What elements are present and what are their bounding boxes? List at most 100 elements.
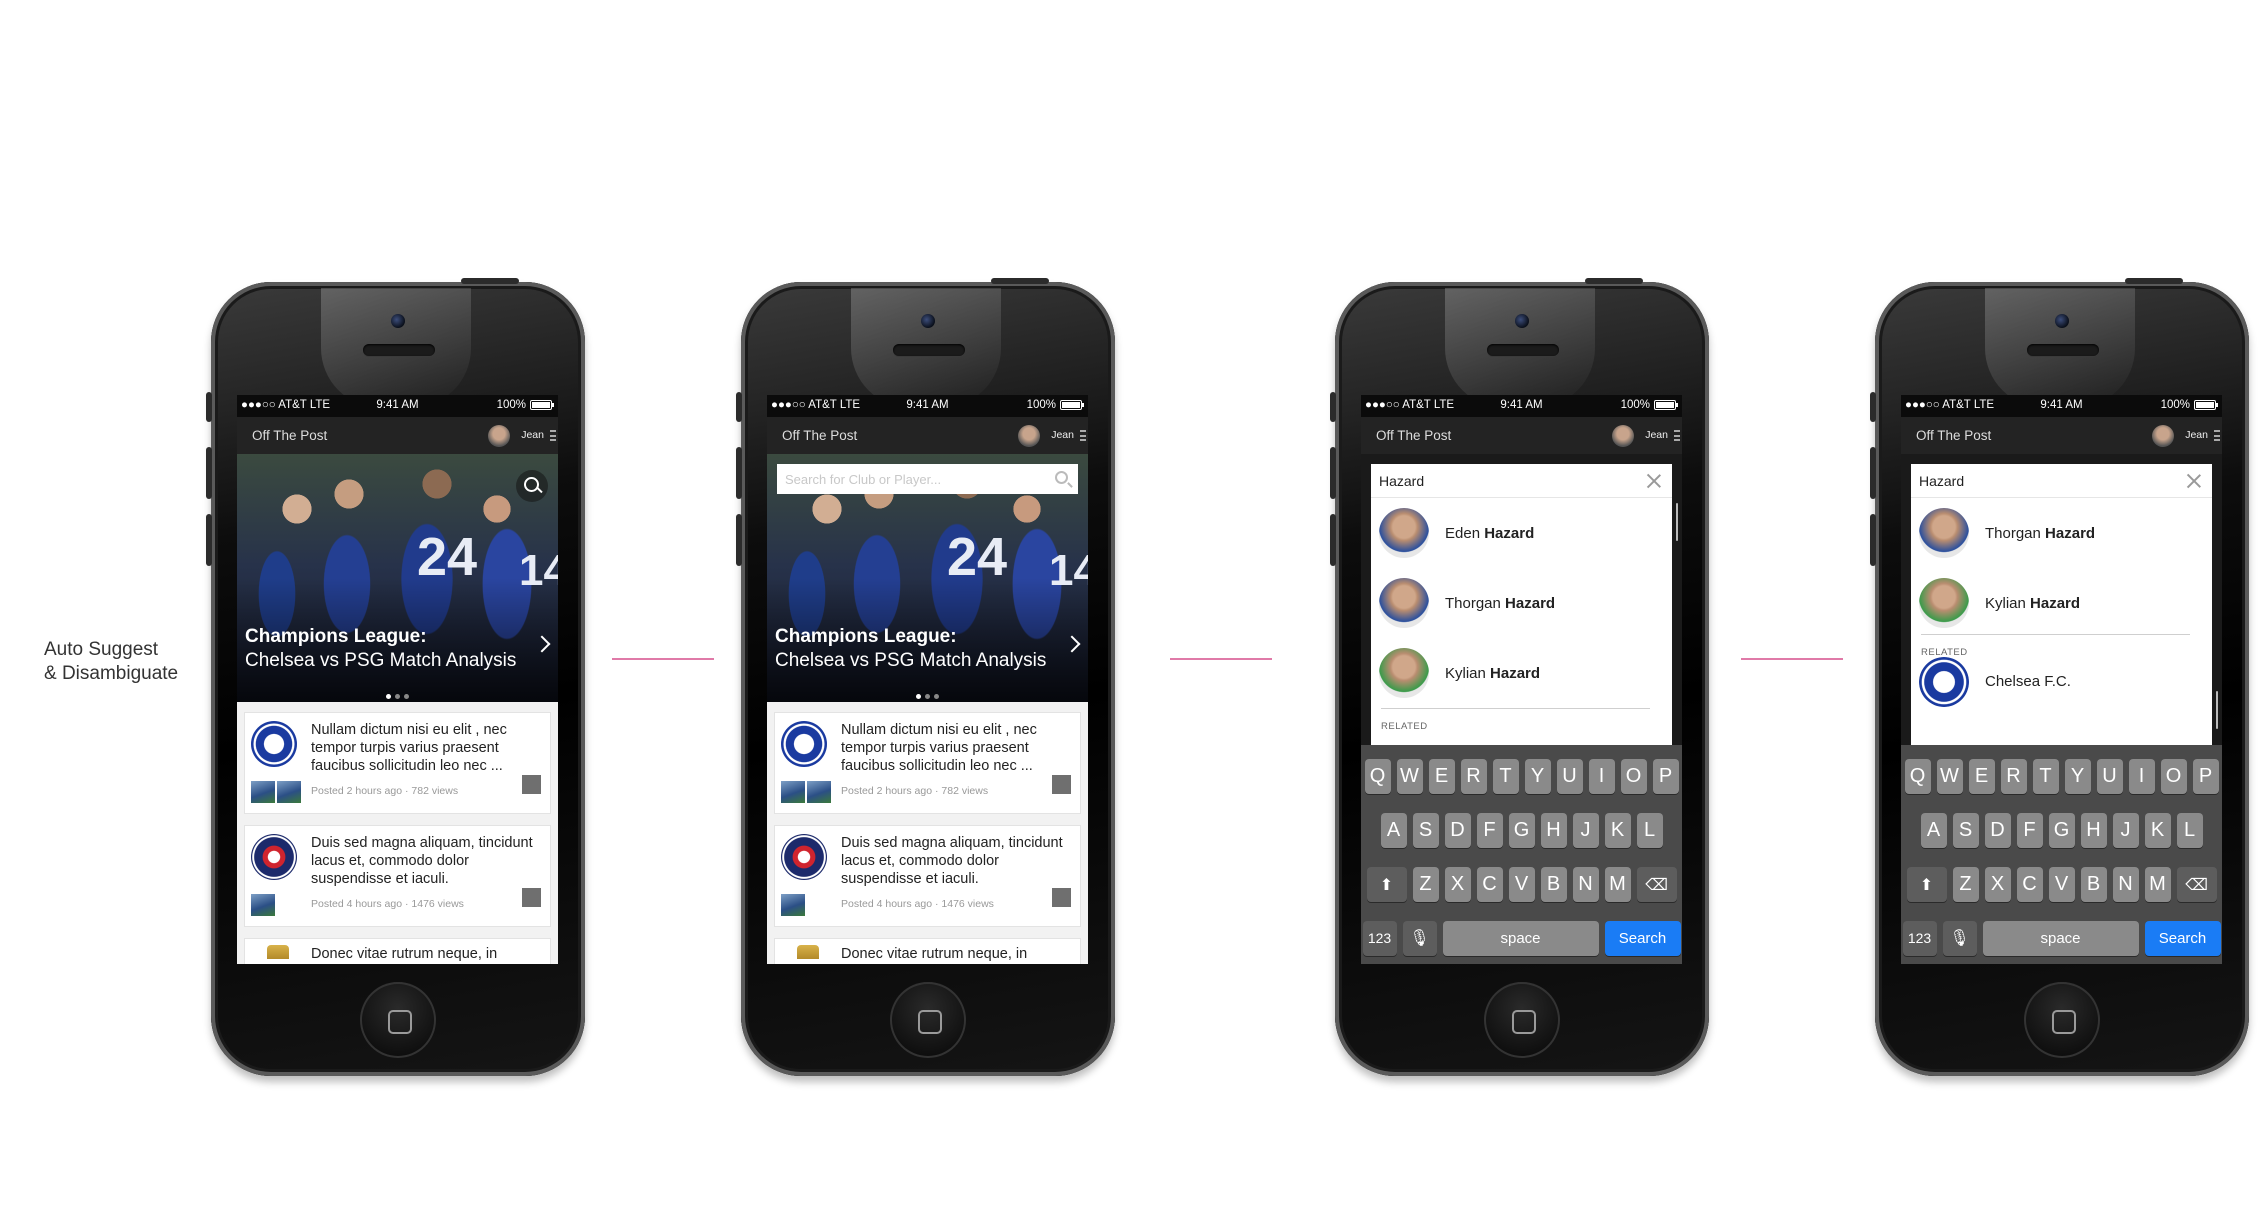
key[interactable]: Y (1524, 759, 1551, 794)
user-avatar[interactable] (1612, 425, 1634, 447)
search-bar[interactable] (1911, 464, 2212, 498)
key[interactable]: Y (2064, 759, 2091, 794)
home-button[interactable] (890, 982, 966, 1058)
chevron-right-icon[interactable] (533, 635, 551, 653)
user-name[interactable]: Jean (1051, 429, 1074, 441)
feed-card[interactable]: Donec vitae rutrum neque, in (774, 938, 1081, 964)
menu-icon[interactable] (2214, 430, 2220, 441)
key[interactable]: K (1604, 813, 1631, 848)
search-bar[interactable] (1371, 464, 1672, 498)
chevron-right-icon[interactable] (1063, 635, 1081, 653)
key[interactable]: M (1604, 867, 1631, 902)
key[interactable]: F (2016, 813, 2043, 848)
key[interactable]: F (1476, 813, 1503, 848)
home-button[interactable] (360, 982, 436, 1058)
key[interactable]: U (2096, 759, 2123, 794)
key[interactable]: M (2144, 867, 2171, 902)
key[interactable]: R (2000, 759, 2027, 794)
home-button[interactable] (1484, 982, 1560, 1058)
menu-icon[interactable] (550, 430, 556, 441)
menu-icon[interactable] (1080, 430, 1086, 441)
key[interactable]: G (2048, 813, 2075, 848)
key[interactable]: I (1588, 759, 1615, 794)
shift-key-icon[interactable] (1366, 867, 1407, 902)
card-action-icon[interactable] (1052, 775, 1071, 794)
key[interactable]: V (2048, 867, 2075, 902)
suggestion-item[interactable]: Thorgan Hazard (1371, 568, 1672, 638)
feed-card[interactable]: Nullam dictum nisi eu elit , nec tempor … (244, 712, 551, 814)
hero-banner[interactable]: 24 14 Champions League: Chelsea vs PSG M… (237, 454, 558, 702)
key[interactable]: L (2176, 813, 2203, 848)
key[interactable]: S (1412, 813, 1439, 848)
key[interactable]: E (1968, 759, 1995, 794)
key[interactable]: Q (1904, 759, 1931, 794)
clear-icon[interactable] (2186, 473, 2202, 489)
key[interactable]: Z (1412, 867, 1439, 902)
carousel-dots[interactable] (237, 686, 558, 704)
feed-card[interactable]: Duis sed magna aliquam, tincidunt lacus … (244, 825, 551, 927)
key[interactable]: T (2032, 759, 2059, 794)
key[interactable]: Q (1364, 759, 1391, 794)
shift-key-icon[interactable] (1906, 867, 1947, 902)
key[interactable]: L (1636, 813, 1663, 848)
feed-card[interactable]: Nullam dictum nisi eu elit , nec tempor … (774, 712, 1081, 814)
key[interactable]: G (1508, 813, 1535, 848)
card-action-icon[interactable] (522, 888, 541, 907)
key[interactable]: P (1652, 759, 1679, 794)
microphone-icon[interactable]: 🎙 (1402, 921, 1437, 956)
user-avatar[interactable] (488, 425, 510, 447)
search-icon[interactable] (516, 470, 548, 502)
search-input[interactable] (777, 464, 1078, 494)
user-name[interactable]: Jean (1645, 429, 1668, 441)
key[interactable]: H (2080, 813, 2107, 848)
search-bar[interactable] (777, 464, 1078, 494)
key[interactable]: H (1540, 813, 1567, 848)
key[interactable]: D (1984, 813, 2011, 848)
key[interactable]: T (1492, 759, 1519, 794)
backspace-key-icon[interactable] (1636, 867, 1677, 902)
key[interactable]: J (2112, 813, 2139, 848)
carousel-dots[interactable] (767, 686, 1088, 704)
numbers-key[interactable]: 123 (1362, 921, 1397, 956)
key[interactable]: W (1936, 759, 1963, 794)
key[interactable]: B (2080, 867, 2107, 902)
card-action-icon[interactable] (1052, 888, 1071, 907)
key[interactable]: N (2112, 867, 2139, 902)
key[interactable]: W (1396, 759, 1423, 794)
key[interactable]: O (1620, 759, 1647, 794)
user-avatar[interactable] (2152, 425, 2174, 447)
numbers-key[interactable]: 123 (1902, 921, 1937, 956)
backspace-key-icon[interactable] (2176, 867, 2217, 902)
key[interactable]: D (1444, 813, 1471, 848)
key[interactable]: B (1540, 867, 1567, 902)
related-club-item[interactable]: Chelsea F.C. (1911, 657, 2212, 711)
key[interactable]: R (1460, 759, 1487, 794)
search-key[interactable]: Search (1604, 921, 1681, 956)
user-name[interactable]: Jean (2185, 429, 2208, 441)
search-icon[interactable] (1055, 471, 1068, 484)
key[interactable]: K (2144, 813, 2171, 848)
key[interactable]: J (1572, 813, 1599, 848)
search-input[interactable] (1371, 464, 1672, 497)
clear-icon[interactable] (1646, 473, 1662, 489)
home-button[interactable] (2024, 982, 2100, 1058)
key[interactable]: V (1508, 867, 1535, 902)
scrollbar[interactable] (1676, 503, 1678, 541)
suggestion-item[interactable]: Eden Hazard (1371, 498, 1672, 568)
user-name[interactable]: Jean (521, 429, 544, 441)
key[interactable]: I (2128, 759, 2155, 794)
space-key[interactable]: space (1442, 921, 1599, 956)
key[interactable]: O (2160, 759, 2187, 794)
key[interactable]: S (1952, 813, 1979, 848)
space-key[interactable]: space (1982, 921, 2139, 956)
key[interactable]: Z (1952, 867, 1979, 902)
feed-card[interactable]: Duis sed magna aliquam, tincidunt lacus … (774, 825, 1081, 927)
search-key[interactable]: Search (2144, 921, 2221, 956)
key[interactable]: A (1920, 813, 1947, 848)
key[interactable]: A (1380, 813, 1407, 848)
key[interactable]: X (1444, 867, 1471, 902)
suggestion-item[interactable]: Thorgan Hazard (1911, 498, 2212, 568)
feed-card[interactable]: Donec vitae rutrum neque, in (244, 938, 551, 964)
key[interactable]: P (2192, 759, 2219, 794)
microphone-icon[interactable]: 🎙 (1942, 921, 1977, 956)
